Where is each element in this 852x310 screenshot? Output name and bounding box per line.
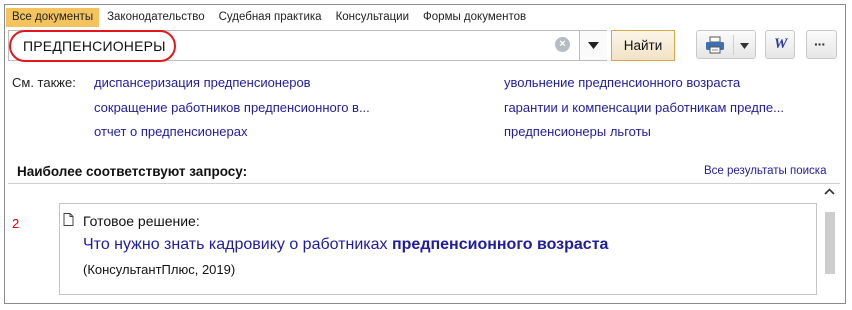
see-also-link[interactable]: увольнение предпенсионного возраста bbox=[504, 75, 740, 91]
search-input[interactable]: ПРЕДПЕНСИОНЕРЫ bbox=[8, 30, 607, 61]
result-number: 2 bbox=[12, 216, 20, 231]
search-query-text: ПРЕДПЕНСИОНЕРЫ bbox=[23, 38, 166, 54]
word-icon: W bbox=[774, 36, 788, 52]
document-icon bbox=[63, 213, 74, 226]
see-also-link[interactable]: сокращение работников предпенсионного в.… bbox=[94, 100, 370, 116]
all-results-link[interactable]: Все результаты поиска bbox=[704, 165, 826, 177]
scrollbar-thumb[interactable] bbox=[825, 212, 835, 274]
document-tabs: Все документы Законодательство Судебная … bbox=[6, 8, 534, 27]
find-button[interactable]: Найти bbox=[611, 30, 675, 61]
tab-all-documents[interactable]: Все документы bbox=[6, 8, 100, 27]
tab-court-practice[interactable]: Судебная практика bbox=[213, 8, 328, 27]
result-title-bold[interactable]: предпенсионного возраста bbox=[392, 236, 608, 253]
see-also-link[interactable]: отчет о предпенсионерах bbox=[94, 124, 248, 140]
result-title-plain[interactable]: Что нужно знать кадровику о работниках bbox=[83, 236, 392, 253]
result-source: (КонсультантПлюс, 2019) bbox=[83, 262, 236, 277]
see-also-link[interactable]: предпенсионеры льготы bbox=[504, 124, 651, 140]
see-also-link[interactable]: гарантии и компенсации работникам предпе… bbox=[504, 100, 784, 116]
clear-icon[interactable]: × bbox=[555, 37, 570, 52]
more-button[interactable]: ··· bbox=[806, 30, 837, 59]
result-type-label: Готовое решение: bbox=[83, 213, 200, 229]
chevron-down-icon[interactable] bbox=[740, 43, 749, 49]
print-button-separator bbox=[733, 35, 734, 55]
see-also-link[interactable]: диспансеризация предпенсионеров bbox=[94, 75, 311, 91]
see-also-label: См. также: bbox=[12, 75, 76, 90]
tab-consultations[interactable]: Консультации bbox=[330, 8, 415, 27]
tab-document-forms[interactable]: Формы документов bbox=[417, 8, 532, 27]
chevron-down-icon bbox=[588, 42, 599, 49]
printer-icon bbox=[706, 36, 724, 54]
search-history-dropdown[interactable] bbox=[579, 31, 607, 60]
scroll-up-icon[interactable] bbox=[824, 188, 835, 195]
results-heading: Наиболее соответствуют запросу: bbox=[17, 164, 248, 179]
divider bbox=[8, 183, 840, 184]
export-word-button[interactable]: W bbox=[765, 30, 795, 59]
tab-legislation[interactable]: Законодательство bbox=[101, 8, 211, 27]
print-button[interactable] bbox=[696, 30, 756, 59]
result-title-link[interactable]: Что нужно знать кадровику о работниках п… bbox=[83, 236, 608, 254]
ellipsis-icon: ··· bbox=[814, 36, 826, 52]
